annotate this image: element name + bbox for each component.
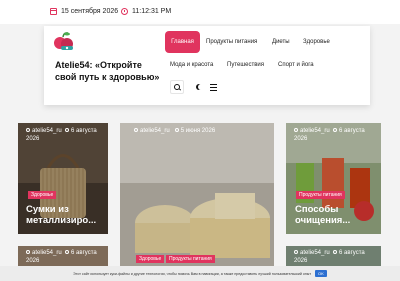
- nav-item-sport[interactable]: Спорт и йога: [278, 61, 314, 69]
- menu-icon-bar: [209, 89, 217, 91]
- calendar-icon: [50, 8, 57, 15]
- post-tag[interactable]: Здоровье: [136, 255, 165, 263]
- user-icon: [294, 250, 298, 255]
- post-title[interactable]: Сумки из металлизиро...: [26, 204, 106, 226]
- time-text: 11:12:31 PM: [132, 8, 172, 15]
- clock-icon: [65, 250, 70, 255]
- dark-mode-toggle[interactable]: [192, 80, 206, 94]
- post-tag[interactable]: Здоровье: [28, 191, 57, 199]
- clock-icon: [333, 250, 338, 255]
- post-card-featured[interactable]: atelie54_ru 5 июня 2026 Здоровье Продукт…: [120, 123, 274, 266]
- post-card[interactable]: atelie54_ru 6 августа 2026: [18, 246, 108, 266]
- post-card[interactable]: atelie54_ru 6 августа 2026 Здоровье Сумк…: [18, 123, 108, 234]
- search-icon: [174, 84, 180, 90]
- post-card[interactable]: atelie54_ru 6 августа 2026 Продукты пита…: [286, 123, 381, 234]
- post-card[interactable]: atelie54_ru 6 августа 2026: [286, 246, 381, 266]
- post-tag[interactable]: Продукты питания: [166, 255, 215, 263]
- site-title[interactable]: Atelie54: «Откройте свой путь к здоровью…: [55, 59, 165, 83]
- clock-icon: [121, 8, 128, 15]
- search-button[interactable]: [170, 80, 184, 94]
- post-meta: atelie54_ru 6 августа 2026: [294, 127, 379, 143]
- user-icon: [26, 250, 30, 255]
- menu-icon-bar: [209, 83, 217, 85]
- nav-item-travel[interactable]: Путешествия: [227, 61, 264, 69]
- post-author[interactable]: atelie54_ru: [300, 128, 330, 134]
- top-bar: 15 сентября 2026 11:12:31 PM: [0, 0, 400, 24]
- nav-item-diets[interactable]: Диеты: [272, 38, 290, 46]
- post-tag[interactable]: Продукты питания: [296, 191, 345, 199]
- cookie-text: Этот сайт использует куки-файлы и другие…: [73, 271, 312, 276]
- date-display: 15 сентября 2026: [50, 8, 118, 15]
- user-icon: [134, 128, 138, 133]
- nav-item-health[interactable]: Здоровье: [303, 38, 330, 46]
- post-author[interactable]: atelie54_ru: [32, 128, 62, 134]
- post-image-cheese: [120, 123, 274, 266]
- moon-icon: [198, 84, 204, 90]
- nav-item-home[interactable]: Главная: [165, 31, 200, 53]
- cookie-banner: Этот сайт использует куки-файлы и другие…: [0, 266, 400, 281]
- menu-icon-bar: [209, 86, 217, 88]
- post-date: 5 июня 2026: [180, 128, 216, 134]
- post-meta: atelie54_ru 6 августа 2026: [294, 249, 379, 265]
- menu-button[interactable]: [206, 80, 220, 94]
- post-author[interactable]: atelie54_ru: [32, 250, 62, 256]
- clock-icon: [65, 128, 70, 133]
- post-meta: atelie54_ru 5 июня 2026: [134, 127, 215, 135]
- user-icon: [294, 128, 298, 133]
- post-meta: atelie54_ru 6 августа 2026: [26, 249, 106, 265]
- post-title[interactable]: Способы очищения...: [295, 204, 375, 226]
- post-author[interactable]: atelie54_ru: [140, 128, 170, 134]
- post-author[interactable]: atelie54_ru: [300, 250, 330, 256]
- post-meta: atelie54_ru 6 августа 2026: [26, 127, 106, 143]
- clock-icon: [174, 128, 179, 133]
- cookie-accept-button[interactable]: OK: [315, 270, 327, 277]
- nav-item-food[interactable]: Продукты питания: [206, 38, 257, 46]
- user-icon: [26, 128, 30, 133]
- clock-icon: [333, 128, 338, 133]
- nav-item-fashion[interactable]: Мода и красота: [170, 61, 213, 69]
- logo-icon[interactable]: [52, 30, 76, 54]
- time-display: 11:12:31 PM: [121, 8, 171, 15]
- date-text: 15 сентября 2026: [61, 8, 119, 15]
